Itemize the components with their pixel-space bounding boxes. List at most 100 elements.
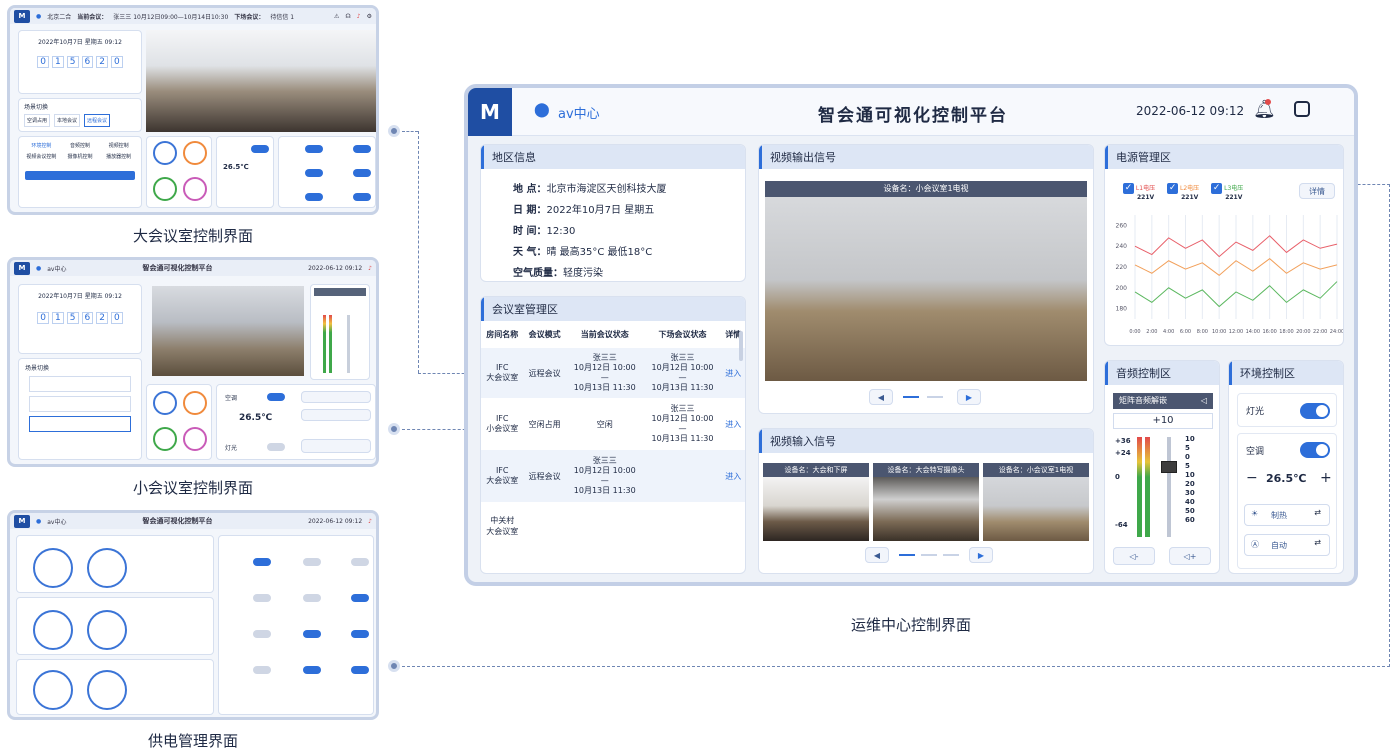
current-gauge [87, 548, 127, 588]
page-indicator [943, 554, 959, 556]
feed-image [763, 477, 869, 541]
control-audio[interactable]: 音频控制 [63, 142, 98, 149]
alert-icon[interactable]: ⚠ [334, 13, 339, 20]
switch-toggle[interactable] [305, 193, 323, 201]
scene-card: 场景切换 [18, 358, 142, 460]
table-row[interactable]: IFC 大会议室 远程会议 张三三 10月12日 10:00 — 10月13日 … [481, 450, 745, 502]
power-loop-2 [16, 597, 214, 655]
checkbox-icon[interactable]: ✓ [1211, 183, 1223, 194]
control-camera[interactable]: 摄像机控制 [63, 153, 98, 160]
scene-button[interactable]: 远程会议 [84, 114, 111, 127]
legend-item[interactable]: ✓ L2电压 221V [1167, 183, 1199, 201]
volume-down-button[interactable]: ◁- [1113, 547, 1155, 565]
location[interactable]: av中心 [558, 103, 600, 122]
input-feed-1[interactable]: 设备名：大会和下屏 [763, 463, 869, 541]
prev-button[interactable]: ◀ [865, 547, 889, 563]
countdown-digit: 0 [110, 56, 123, 68]
table-row[interactable]: IFC 小会议室 空闲占用 空闲 张三三 10月12日 10:00 — 10月1… [481, 398, 745, 450]
socket-toggle[interactable] [253, 630, 271, 638]
light-toggle[interactable] [267, 443, 285, 451]
socket-toggle[interactable] [303, 558, 321, 566]
volume-up-button[interactable]: ◁+ [1169, 547, 1211, 565]
y-tick-label: 200 [1116, 285, 1128, 292]
enter-link[interactable]: 进入 [721, 450, 745, 502]
temp-minus-button[interactable]: − [1246, 470, 1258, 486]
socket-toggle[interactable] [303, 594, 321, 602]
bell-icon[interactable]: ♪ [368, 518, 372, 525]
app-title: 智会通可视化控制平台 [142, 517, 213, 525]
voltage-gauge [33, 548, 73, 588]
mode-button[interactable] [301, 409, 371, 421]
socket-toggle[interactable] [351, 666, 369, 674]
location: 北京二合 [47, 13, 72, 21]
switch-toggle[interactable] [305, 169, 323, 177]
ac-toggle[interactable] [251, 145, 269, 153]
control-player[interactable]: 播放器控制 [101, 153, 136, 160]
region-row: 地 点：北京市海淀区天创科技大厦 [513, 184, 667, 195]
detail-button[interactable]: 详情 [1299, 183, 1335, 199]
socket-toggle[interactable] [253, 558, 271, 566]
temp-plus-button[interactable]: + [1320, 470, 1332, 486]
thumb-power[interactable]: M ● av中心 智会通可视化控制平台 2022-06-12 09:12 ♪ [7, 510, 379, 720]
table-row[interactable]: 中关村 大会议室 [481, 502, 745, 550]
socket-toggle[interactable] [303, 666, 321, 674]
countdown-digit: 0 [110, 312, 123, 324]
switch-toggle[interactable] [353, 145, 371, 153]
legend-item[interactable]: ✓ L1电压 221V [1123, 183, 1155, 201]
y-tick-label: 240 [1116, 243, 1128, 250]
door-button[interactable] [25, 171, 135, 180]
mode-heat-button[interactable]: ☀ 制热 ⇄ [1244, 504, 1330, 526]
scrollbar[interactable] [739, 331, 743, 361]
light-toggle[interactable] [1300, 403, 1330, 419]
switch-toggle[interactable] [353, 169, 371, 177]
enter-link[interactable]: 进入 [721, 398, 745, 450]
bell-icon[interactable]: ♪ [357, 13, 361, 20]
socket-toggle[interactable] [351, 630, 369, 638]
prev-button[interactable]: ◀ [869, 389, 893, 405]
next-meeting-label: 下场会议： [234, 13, 265, 21]
next-button[interactable]: ▶ [957, 389, 981, 405]
bell-icon[interactable]: ♪ [368, 265, 372, 272]
control-vc[interactable]: 视频会议控制 [24, 153, 59, 160]
caption-large-meeting: 大会议室控制界面 [132, 227, 253, 245]
legend-item[interactable]: ✓ L3电压 221V [1211, 183, 1243, 201]
scene-button[interactable] [29, 416, 131, 432]
door-button[interactable] [301, 439, 371, 453]
socket-toggle[interactable] [351, 558, 369, 566]
matrix-bar: 矩阵音频解嵌 ◁ [1113, 393, 1213, 409]
fader-handle[interactable] [1161, 461, 1177, 473]
panel-title: 环境控制区 [1229, 361, 1343, 385]
socket-toggle[interactable] [303, 630, 321, 638]
switch-toggle[interactable] [305, 145, 323, 153]
headset-icon[interactable]: ☊ [345, 13, 350, 20]
checkbox-icon[interactable]: ✓ [1123, 183, 1134, 194]
scene-button[interactable] [29, 396, 131, 412]
speaker-icon[interactable]: ◁ [1201, 393, 1207, 409]
temp-value: 26.5℃ [1266, 472, 1307, 485]
thumb-large-meeting[interactable]: M ● 北京二合 当前会议： 张三三 10月12日09:00—10月14日10:… [7, 5, 379, 215]
ac-toggle[interactable] [1300, 442, 1330, 458]
mode-button[interactable] [301, 391, 371, 403]
checkbox-icon[interactable]: ✓ [1167, 183, 1179, 194]
settings-icon[interactable]: ⚙ [367, 13, 372, 20]
scene-button[interactable]: 本地会议 [54, 114, 81, 127]
socket-toggle[interactable] [253, 594, 271, 602]
control-env[interactable]: 环境控制 [24, 142, 59, 149]
thumb-small-meeting[interactable]: M ● av中心 智会通可视化控制平台 2022-06-12 09:12 ♪ 2… [7, 257, 379, 467]
control-video[interactable]: 视频控制 [101, 142, 136, 149]
mode-auto-button[interactable]: Ⓐ 自动 ⇄ [1244, 534, 1330, 556]
next-button[interactable]: ▶ [969, 547, 993, 563]
settings-icon[interactable] [1294, 101, 1310, 117]
socket-toggle[interactable] [351, 594, 369, 602]
switch-toggle[interactable] [353, 193, 371, 201]
countdown: 0 1 5 6 2 0 [19, 312, 141, 324]
scene-button[interactable]: 空调占用 [24, 114, 51, 127]
input-feed-3[interactable]: 设备名：小会议室1电视 [983, 463, 1089, 541]
input-feed-2[interactable]: 设备名：大会特写摄像头 [873, 463, 979, 541]
scene-button[interactable] [29, 376, 131, 392]
cell-current: 张三三 10月12日 10:00 — 10月13日 11:30 [565, 348, 644, 398]
table-row[interactable]: IFC 大会议室 远程会议 张三三 10月12日 10:00 — 10月13日 … [481, 348, 745, 398]
socket-toggle[interactable] [253, 666, 271, 674]
ac-toggle[interactable] [267, 393, 285, 401]
env-panel: 环境控制区 灯光 空调 − 26.5℃ + ☀ 制热 ⇄ Ⓐ 自动 ⇄ [1228, 360, 1344, 574]
